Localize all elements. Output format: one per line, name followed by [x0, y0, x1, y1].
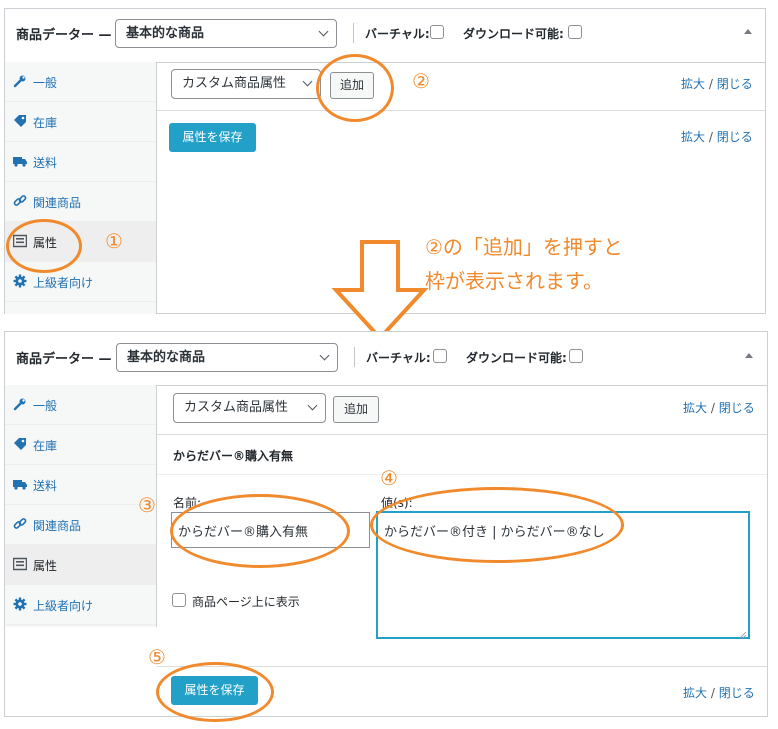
- annotation-step4: ④: [380, 466, 398, 490]
- collapse-toggle-icon[interactable]: [745, 353, 753, 358]
- wrench-icon: [13, 397, 27, 411]
- link-icon: [13, 194, 27, 208]
- expand-link[interactable]: 拡大: [683, 401, 707, 415]
- custom-attribute-select[interactable]: カスタム商品属性: [173, 393, 326, 423]
- header-divider: [353, 23, 354, 43]
- gear-icon: [13, 597, 27, 611]
- tab-advanced[interactable]: 上級者向け: [5, 585, 156, 625]
- tab-inventory[interactable]: 在庫: [5, 102, 156, 142]
- close-link[interactable]: 閉じる: [719, 401, 755, 415]
- download-label: ダウンロード可能:: [466, 351, 567, 365]
- expand-close-links: 拡大 / 閉じる: [683, 686, 755, 700]
- tag-icon: [13, 114, 27, 128]
- add-attribute-button[interactable]: 追加: [333, 396, 379, 423]
- tab-linked-products[interactable]: 関連商品: [5, 182, 156, 222]
- close-link[interactable]: 閉じる: [717, 130, 753, 144]
- annotation-step3: ③: [138, 493, 156, 517]
- annotation-note-line1: ②の「追加」を押すと: [425, 235, 623, 259]
- virtual-label: バーチャル:: [366, 351, 431, 365]
- toolbar-divider: [157, 434, 767, 435]
- expand-link[interactable]: 拡大: [681, 130, 705, 144]
- tab-label: 在庫: [33, 439, 58, 453]
- tab-label: 関連商品: [33, 519, 82, 533]
- custom-attribute-select[interactable]: カスタム商品属性: [171, 69, 321, 99]
- list-icon: [12, 557, 28, 571]
- expand-close-links: 拡大 / 閉じる: [681, 130, 753, 144]
- attribute-select-value: カスタム商品属性: [184, 400, 289, 415]
- tab-shipping[interactable]: 送料: [5, 465, 156, 505]
- annotation-ring-save-button: [156, 662, 274, 722]
- gear-icon: [13, 274, 27, 288]
- chevron-down-icon: [318, 26, 329, 37]
- annotation-ring-add-button: [316, 54, 394, 122]
- tab-general[interactable]: 一般: [5, 62, 156, 102]
- virtual-label: バーチャル:: [365, 27, 430, 41]
- expand-close-links: 拡大 / 閉じる: [681, 77, 753, 91]
- panel-title: 商品データー —: [16, 352, 112, 367]
- tab-attributes[interactable]: 属性: [5, 545, 156, 585]
- tab-label: 送料: [33, 156, 58, 170]
- tab-label: 上級者向け: [33, 599, 94, 613]
- tab-label: 上級者向け: [33, 276, 94, 290]
- save-attributes-button[interactable]: 属性を保存: [169, 123, 256, 152]
- annotation-ring-attributes-tab: [6, 219, 82, 273]
- arrow-down-icon: [331, 240, 429, 341]
- tab-label: 送料: [33, 479, 58, 493]
- chevron-down-icon: [302, 76, 313, 87]
- tab-inventory[interactable]: 在庫: [5, 425, 156, 465]
- annotation-ring-values-field: [370, 487, 624, 563]
- annotation-step1: ①: [105, 229, 123, 253]
- panel-header: 商品データー — 基本的な商品 バーチャル: ダウンロード可能:: [5, 332, 767, 386]
- tab-linked-products[interactable]: 関連商品: [5, 505, 156, 545]
- product-type-value: 基本的な商品: [126, 26, 205, 41]
- wrench-icon: [13, 74, 27, 88]
- product-type-select[interactable]: 基本的な商品: [115, 19, 337, 48]
- annotation-step5: ⑤: [148, 645, 166, 669]
- attribute-heading: からだバー®購入有無: [173, 449, 294, 463]
- tab-label: 在庫: [33, 116, 58, 130]
- product-data-tabs: 一般 在庫 送料 関連商品 属性 上級者向け: [5, 385, 157, 627]
- download-label: ダウンロード可能:: [463, 27, 564, 41]
- tab-general[interactable]: 一般: [5, 385, 156, 425]
- panel-title: 商品データー —: [16, 28, 112, 43]
- link-icon: [13, 517, 27, 531]
- truck-icon: [13, 477, 27, 491]
- chevron-down-icon: [319, 350, 330, 361]
- header-divider: [354, 347, 355, 367]
- toolbar-divider: [157, 110, 765, 111]
- expand-link[interactable]: 拡大: [681, 77, 705, 91]
- download-checkbox[interactable]: [568, 25, 582, 39]
- chevron-down-icon: [307, 400, 318, 411]
- virtual-checkbox[interactable]: [433, 349, 447, 363]
- annotation-step2: ②: [412, 69, 430, 93]
- attribute-select-value: カスタム商品属性: [182, 76, 287, 91]
- tab-label: 一般: [33, 399, 58, 413]
- close-link[interactable]: 閉じる: [717, 77, 753, 91]
- resize-handle-icon[interactable]: [738, 627, 747, 639]
- visible-on-product-page-label: 商品ページ上に表示: [192, 595, 300, 609]
- collapse-toggle-icon[interactable]: [744, 29, 752, 34]
- annotation-note-line2: 枠が表示されます。: [425, 269, 603, 293]
- product-type-value: 基本的な商品: [127, 350, 206, 365]
- close-link[interactable]: 閉じる: [719, 686, 755, 700]
- tab-label: 一般: [33, 76, 58, 90]
- tab-shipping[interactable]: 送料: [5, 142, 156, 182]
- tag-icon: [13, 437, 27, 451]
- visible-on-product-page-checkbox[interactable]: [172, 593, 186, 607]
- expand-link[interactable]: 拡大: [683, 686, 707, 700]
- truck-icon: [13, 154, 27, 168]
- annotation-ring-name-field: [170, 494, 350, 568]
- download-checkbox[interactable]: [569, 349, 583, 363]
- expand-close-links: 拡大 / 閉じる: [683, 401, 755, 415]
- virtual-checkbox[interactable]: [430, 25, 444, 39]
- product-type-select[interactable]: 基本的な商品: [116, 343, 338, 372]
- tab-label: 属性: [33, 559, 58, 573]
- tab-label: 関連商品: [33, 196, 82, 210]
- product-data-tabs: 一般 在庫 送料 関連商品 属性 上級者向け: [5, 62, 157, 314]
- attribute-heading-divider: [157, 474, 767, 475]
- panel-header: 商品データー — 基本的な商品 バーチャル: ダウンロード可能:: [5, 9, 765, 63]
